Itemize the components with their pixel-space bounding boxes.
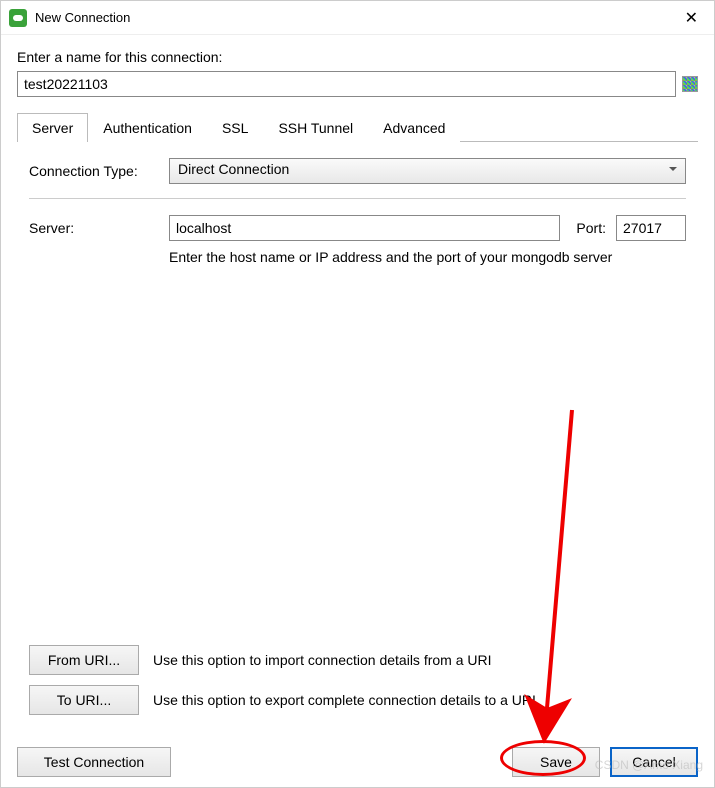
tab-panel-server: Connection Type: Direct Connection Serve… <box>17 158 698 725</box>
separator <box>29 198 686 199</box>
port-input[interactable] <box>616 215 686 241</box>
from-uri-desc: Use this option to import connection det… <box>153 652 492 668</box>
app-icon <box>9 9 27 27</box>
server-row: Server: Port: <box>29 215 686 241</box>
server-input[interactable] <box>169 215 560 241</box>
to-uri-desc: Use this option to export complete conne… <box>153 692 536 708</box>
to-uri-row: To URI... Use this option to export comp… <box>29 685 686 715</box>
close-icon[interactable]: ✕ <box>677 4 706 32</box>
from-uri-button[interactable]: From URI... <box>29 645 139 675</box>
watermark: CSDN @Amo Xiang <box>595 758 703 772</box>
server-hint: Enter the host name or IP address and th… <box>169 249 686 265</box>
name-row <box>17 71 698 97</box>
save-button[interactable]: Save <box>512 747 600 777</box>
spacer <box>29 265 686 645</box>
connection-type-label: Connection Type: <box>29 163 159 179</box>
tab-ssh-tunnel[interactable]: SSH Tunnel <box>263 113 368 142</box>
color-picker-icon[interactable] <box>682 76 698 92</box>
to-uri-button[interactable]: To URI... <box>29 685 139 715</box>
connection-type-dropdown[interactable]: Direct Connection <box>169 158 686 184</box>
tabs: Server Authentication SSL SSH Tunnel Adv… <box>17 113 698 142</box>
server-label: Server: <box>29 220 159 236</box>
titlebar: New Connection ✕ <box>1 1 714 35</box>
dialog-window: New Connection ✕ Enter a name for this c… <box>0 0 715 788</box>
tab-advanced[interactable]: Advanced <box>368 113 460 142</box>
from-uri-row: From URI... Use this option to import co… <box>29 645 686 675</box>
window-title: New Connection <box>35 10 677 25</box>
tab-ssl[interactable]: SSL <box>207 113 263 142</box>
port-label: Port: <box>576 220 606 236</box>
connection-name-input[interactable] <box>17 71 676 97</box>
name-label: Enter a name for this connection: <box>17 49 698 65</box>
test-connection-button[interactable]: Test Connection <box>17 747 171 777</box>
tab-server[interactable]: Server <box>17 113 88 142</box>
content-area: Enter a name for this connection: Server… <box>1 35 714 737</box>
connection-type-row: Connection Type: Direct Connection <box>29 158 686 184</box>
tab-authentication[interactable]: Authentication <box>88 113 207 142</box>
